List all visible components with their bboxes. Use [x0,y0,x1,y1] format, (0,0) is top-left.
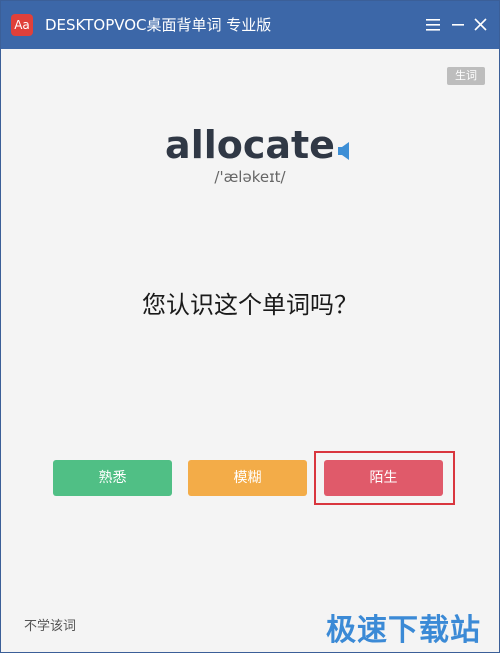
window-title: DESKTOPVOC桌面背单词 专业版 [45,16,272,34]
minimize-button[interactable] [447,13,469,37]
minimize-icon [452,24,464,26]
new-word-badge[interactable]: 生词 [447,67,485,85]
word-text: allocate [165,123,335,167]
vague-button[interactable]: 模糊 [188,460,307,496]
skip-word-link[interactable]: 不学该词 [24,615,76,634]
title-bar[interactable]: Aa DESKTOPVOC桌面背单词 专业版 [1,1,499,49]
app-logo-icon: Aa [11,14,33,36]
speaker-icon[interactable] [337,141,351,161]
phonetic-text: /'æləkeɪt/ [214,168,286,186]
close-button[interactable] [470,13,492,37]
unknown-button[interactable]: 陌生 [324,460,443,496]
word-display: allocate [1,117,499,173]
close-icon [474,18,487,31]
question-prompt: 您认识这个单词吗？ [142,291,358,319]
app-window: Aa DESKTOPVOC桌面背单词 专业版 生词 allocate /'ælə… [0,0,500,653]
watermark-logo: 极速下载站 [326,613,481,648]
menu-button[interactable] [422,13,444,37]
menu-icon [426,19,440,31]
known-button[interactable]: 熟悉 [53,460,172,496]
